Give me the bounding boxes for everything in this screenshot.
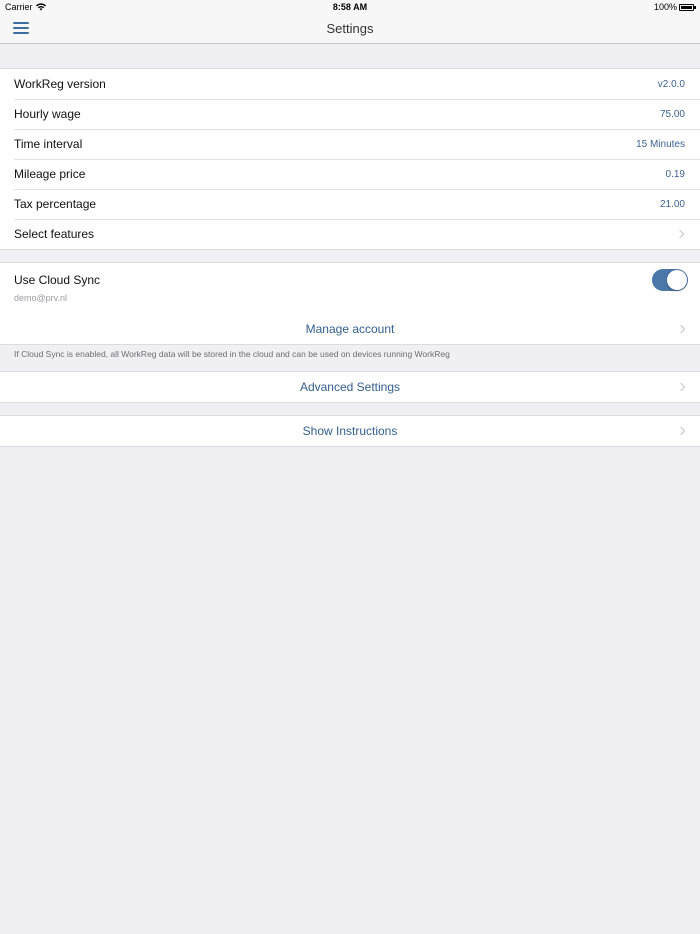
cloud-sync-toggle[interactable] [652, 269, 688, 291]
general-settings-group: WorkReg version v2.0.0 Hourly wage 75.00… [0, 68, 700, 250]
instructions-group: Show Instructions [0, 415, 700, 447]
cloud-sync-label: Use Cloud Sync [14, 273, 101, 287]
settings-row-value: 0.19 [665, 168, 685, 180]
advanced-group: Advanced Settings [0, 371, 700, 403]
advanced-settings-link[interactable]: Advanced Settings [0, 380, 700, 394]
settings-row-label: Time interval [14, 137, 83, 151]
show-instructions-link[interactable]: Show Instructions [0, 424, 700, 438]
cloud-sync-note: If Cloud Sync is enabled, all WorkReg da… [14, 349, 450, 359]
toggle-knob [667, 270, 687, 290]
page-title: Settings [326, 21, 374, 36]
battery-indicator: 100% [653, 2, 696, 12]
cloud-sync-group: Use Cloud Sync demo@prv.nl Manage accoun… [0, 262, 700, 345]
manage-account-link[interactable]: Manage account [0, 322, 700, 336]
settings-row-value: 75.00 [659, 108, 685, 120]
status-bar: Carrier 8:58 AM 100% [0, 0, 700, 14]
battery-percent: 100% [653, 2, 677, 12]
settings-row-hourly-wage[interactable]: Hourly wage 75.00 [0, 99, 700, 129]
settings-row-label: WorkReg version [14, 77, 106, 91]
settings-row-label: Tax percentage [14, 197, 97, 211]
settings-row-select-features[interactable]: Select features [0, 219, 700, 249]
settings-row-value: 15 Minutes [636, 138, 685, 150]
chevron-right-icon [675, 229, 685, 239]
account-email: demo@prv.nl [14, 293, 67, 303]
show-instructions-row[interactable]: Show Instructions [0, 416, 700, 446]
settings-row-tax-percentage[interactable]: Tax percentage 21.00 [0, 189, 700, 219]
settings-row-time-interval[interactable]: Time interval 15 Minutes [0, 129, 700, 159]
battery-icon [679, 3, 696, 11]
settings-row-label: Mileage price [14, 167, 86, 181]
settings-row-label: Hourly wage [14, 107, 81, 121]
settings-row-value: 21.00 [659, 198, 685, 210]
status-time: 8:58 AM [332, 2, 368, 12]
settings-row-version: WorkReg version v2.0.0 [0, 69, 700, 99]
settings-row-mileage-price[interactable]: Mileage price 0.19 [0, 159, 700, 189]
settings-row-value: v2.0.0 [657, 78, 685, 90]
manage-account-row[interactable]: Manage account [0, 314, 700, 344]
cloud-sync-row: Use Cloud Sync demo@prv.nl [0, 263, 700, 314]
navigation-bar: Settings [0, 14, 700, 44]
advanced-settings-row[interactable]: Advanced Settings [0, 372, 700, 402]
settings-row-label: Select features [14, 227, 95, 241]
